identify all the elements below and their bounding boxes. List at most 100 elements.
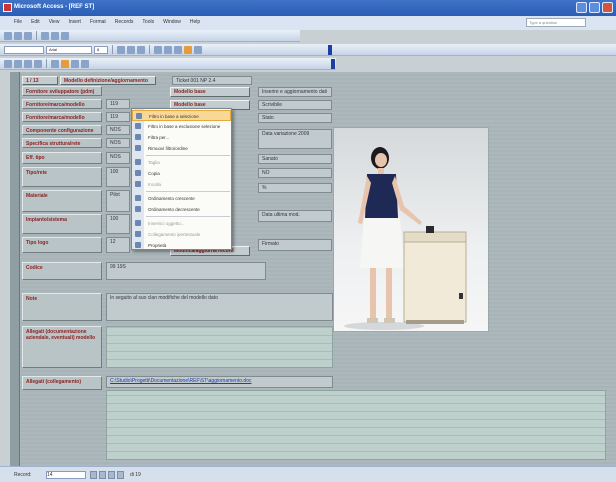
menu-item-filter-exclude[interactable]: Filtro in base a esclusione selezione — [132, 121, 231, 132]
record-selector[interactable] — [10, 72, 20, 466]
field-label-7: Materiale — [22, 190, 102, 212]
close-icon[interactable] — [602, 2, 613, 13]
menu-item-filter-for[interactable]: Filtra per... — [132, 132, 231, 143]
menu-file[interactable]: File — [14, 19, 22, 30]
fill-color-icon[interactable] — [184, 45, 192, 54]
menu-separator — [146, 191, 230, 192]
next-record-icon[interactable] — [108, 471, 115, 479]
right-value-1: Scrivibile — [258, 100, 332, 110]
size-combo[interactable]: 8 — [94, 45, 108, 54]
paste-icon[interactable] — [61, 31, 69, 40]
copy-icon — [135, 170, 141, 176]
maximize-icon[interactable] — [589, 2, 600, 13]
menu-view[interactable]: View — [49, 19, 60, 30]
sort-asc-icon[interactable] — [24, 59, 32, 68]
field-value-8[interactable]: 100 — [106, 214, 130, 234]
menu-item-properties[interactable]: Proprietà — [132, 240, 231, 251]
context-menu: Filtro in base a selezione Filtro in bas… — [131, 108, 232, 250]
menu-item-label: Taglia — [148, 160, 160, 165]
find-icon[interactable] — [51, 59, 59, 68]
tab-modello[interactable]: Modello definizione/aggiornamento — [60, 76, 156, 85]
filter-for-icon — [135, 134, 141, 140]
toolbar-formatting: Arial 8 — [0, 44, 616, 56]
menu-item-insert-object[interactable]: Inserisci oggetto... — [132, 218, 231, 229]
view-icon[interactable] — [4, 59, 12, 68]
tab-1[interactable]: 1 / 13 — [22, 76, 58, 85]
font-combo[interactable]: Arial — [46, 45, 92, 54]
field-value-6[interactable]: 100 — [106, 167, 130, 187]
attachment-grid[interactable] — [106, 390, 606, 460]
paste-icon — [135, 181, 141, 187]
right-value-5: NO — [258, 168, 332, 178]
sort-desc-icon[interactable] — [34, 59, 42, 68]
field-value-11[interactable]: In seguito al suo clan modifiche del mod… — [106, 293, 333, 321]
menu-item-cut[interactable]: Taglia — [132, 157, 231, 168]
menu-insert[interactable]: Insert — [68, 19, 81, 30]
filter-selection-icon — [136, 113, 142, 119]
menu-item-hyperlink[interactable]: Collegamento ipertestuale — [132, 229, 231, 240]
field-value-1[interactable]: 119 — [106, 99, 130, 109]
menu-help[interactable]: Help — [190, 19, 200, 30]
menu-item-label: Ordinamento crescente — [148, 196, 195, 201]
database-window-icon[interactable] — [81, 59, 89, 68]
object-combo[interactable] — [4, 45, 44, 54]
menu-format[interactable]: Format — [90, 19, 106, 30]
copy-icon[interactable] — [51, 31, 59, 40]
print-icon[interactable] — [14, 31, 22, 40]
menu-item-label: Copia — [148, 171, 160, 176]
right-value-7: Data ultima mod. — [258, 210, 332, 222]
field-value-5[interactable]: NOS — [106, 152, 130, 164]
help-search-input[interactable]: Type a question — [526, 18, 586, 27]
model-base-button-1[interactable]: Modello base — [170, 87, 250, 97]
field-value-10[interactable]: 99 19S — [106, 262, 266, 280]
filter-icon[interactable] — [14, 59, 22, 68]
preview-icon[interactable] — [24, 31, 32, 40]
font-color-icon[interactable] — [194, 45, 202, 54]
align-left-icon[interactable] — [154, 45, 162, 54]
right-value-3: Data variazione 2009 — [258, 129, 332, 149]
italic-icon[interactable] — [127, 45, 135, 54]
field-value-7[interactable]: Pilot — [106, 190, 130, 212]
cut-icon[interactable] — [41, 31, 49, 40]
field-label-9: Tipo logo — [22, 237, 102, 253]
new-record-icon[interactable] — [61, 59, 69, 68]
field-label-0: Fornitore sviluppatore (pdm) — [22, 86, 102, 96]
align-right-icon[interactable] — [174, 45, 182, 54]
menu-item-remove-filter[interactable]: Rimuovi filtro/ordine — [132, 143, 231, 154]
save-icon[interactable] — [4, 31, 12, 40]
align-center-icon[interactable] — [164, 45, 172, 54]
first-record-icon[interactable] — [90, 471, 97, 479]
field-value-9[interactable]: 12 — [106, 237, 130, 253]
menu-tools[interactable]: Tools — [142, 19, 154, 30]
menu-records[interactable]: Records — [115, 19, 134, 30]
minimize-icon[interactable] — [576, 2, 587, 13]
menu-item-filter-selection[interactable]: Filtro in base a selezione — [132, 110, 231, 121]
right-value-2: Stato — [258, 113, 332, 123]
field-value-4[interactable]: NOS — [106, 138, 130, 148]
record-number-input[interactable]: 14 — [46, 471, 86, 479]
menu-edit[interactable]: Edit — [31, 19, 40, 30]
attachment-link[interactable]: C:\Studio\Progetti\Documentazione\REF\ST… — [110, 378, 251, 384]
field-value-2[interactable]: 119 — [106, 112, 130, 122]
menu-item-sort-desc[interactable]: Ordinamento decrescente — [132, 204, 231, 215]
bold-icon[interactable] — [117, 45, 125, 54]
menu-item-label: Collegamento ipertestuale — [148, 232, 201, 237]
menu-item-paste[interactable]: Incolla — [132, 179, 231, 190]
last-record-icon[interactable] — [117, 471, 124, 479]
menu-item-label: Inserisci oggetto... — [148, 221, 185, 226]
menu-item-copy[interactable]: Copia — [132, 168, 231, 179]
insert-object-icon — [135, 220, 141, 226]
toolbar-separator — [112, 45, 113, 54]
menu-window[interactable]: Window — [163, 19, 181, 30]
prev-record-icon[interactable] — [99, 471, 106, 479]
toolbar-separator — [149, 45, 150, 54]
underline-icon[interactable] — [137, 45, 145, 54]
menu-item-sort-asc[interactable]: Ordinamento crescente — [132, 193, 231, 204]
field-value-3[interactable]: NOS — [106, 125, 130, 135]
menu-item-label: Filtro in base a selezione — [149, 114, 199, 119]
delete-record-icon[interactable] — [71, 59, 79, 68]
record-number: 14 — [47, 472, 53, 478]
field-label-8: Impianto/sistema — [22, 214, 102, 234]
attachments-list[interactable] — [106, 326, 333, 368]
field-value-13[interactable]: C:\Studio\Progetti\Documentazione\REF\ST… — [106, 376, 333, 388]
